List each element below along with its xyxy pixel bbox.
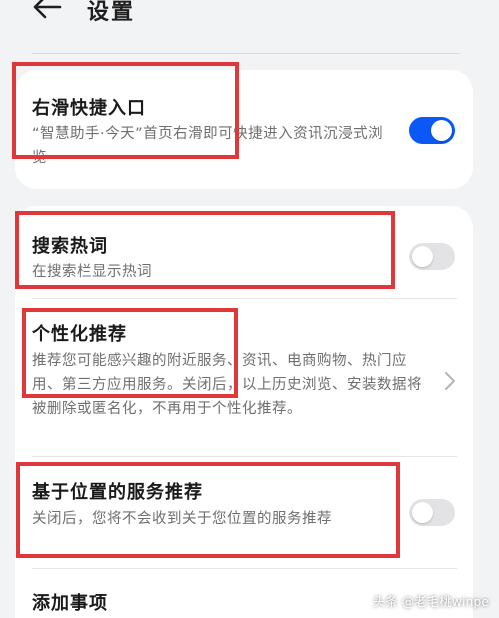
setting-title-add-item[interactable]: 添加事项	[32, 589, 108, 615]
location-toggle[interactable]	[409, 499, 455, 526]
highlight-box-quick-entry	[12, 62, 239, 159]
row-separator	[32, 298, 457, 299]
highlight-box-hot-search	[15, 211, 395, 289]
toggle-knob	[412, 502, 433, 523]
row-separator	[32, 456, 457, 457]
highlight-box-personalized	[22, 308, 238, 398]
watermark: 头条 @老毛桃winpe	[372, 594, 489, 609]
top-bar: 设置	[0, 0, 499, 40]
back-arrow-icon[interactable]	[30, 0, 64, 22]
chevron-right-icon[interactable]	[444, 371, 456, 391]
toggle-knob	[431, 120, 452, 141]
row-separator	[32, 568, 457, 569]
page-title: 设置	[87, 0, 136, 25]
header-divider	[32, 53, 460, 54]
hot-search-toggle[interactable]	[409, 243, 455, 270]
quick-entry-toggle[interactable]	[409, 117, 455, 144]
toggle-knob	[412, 246, 433, 267]
highlight-box-location	[16, 462, 400, 558]
